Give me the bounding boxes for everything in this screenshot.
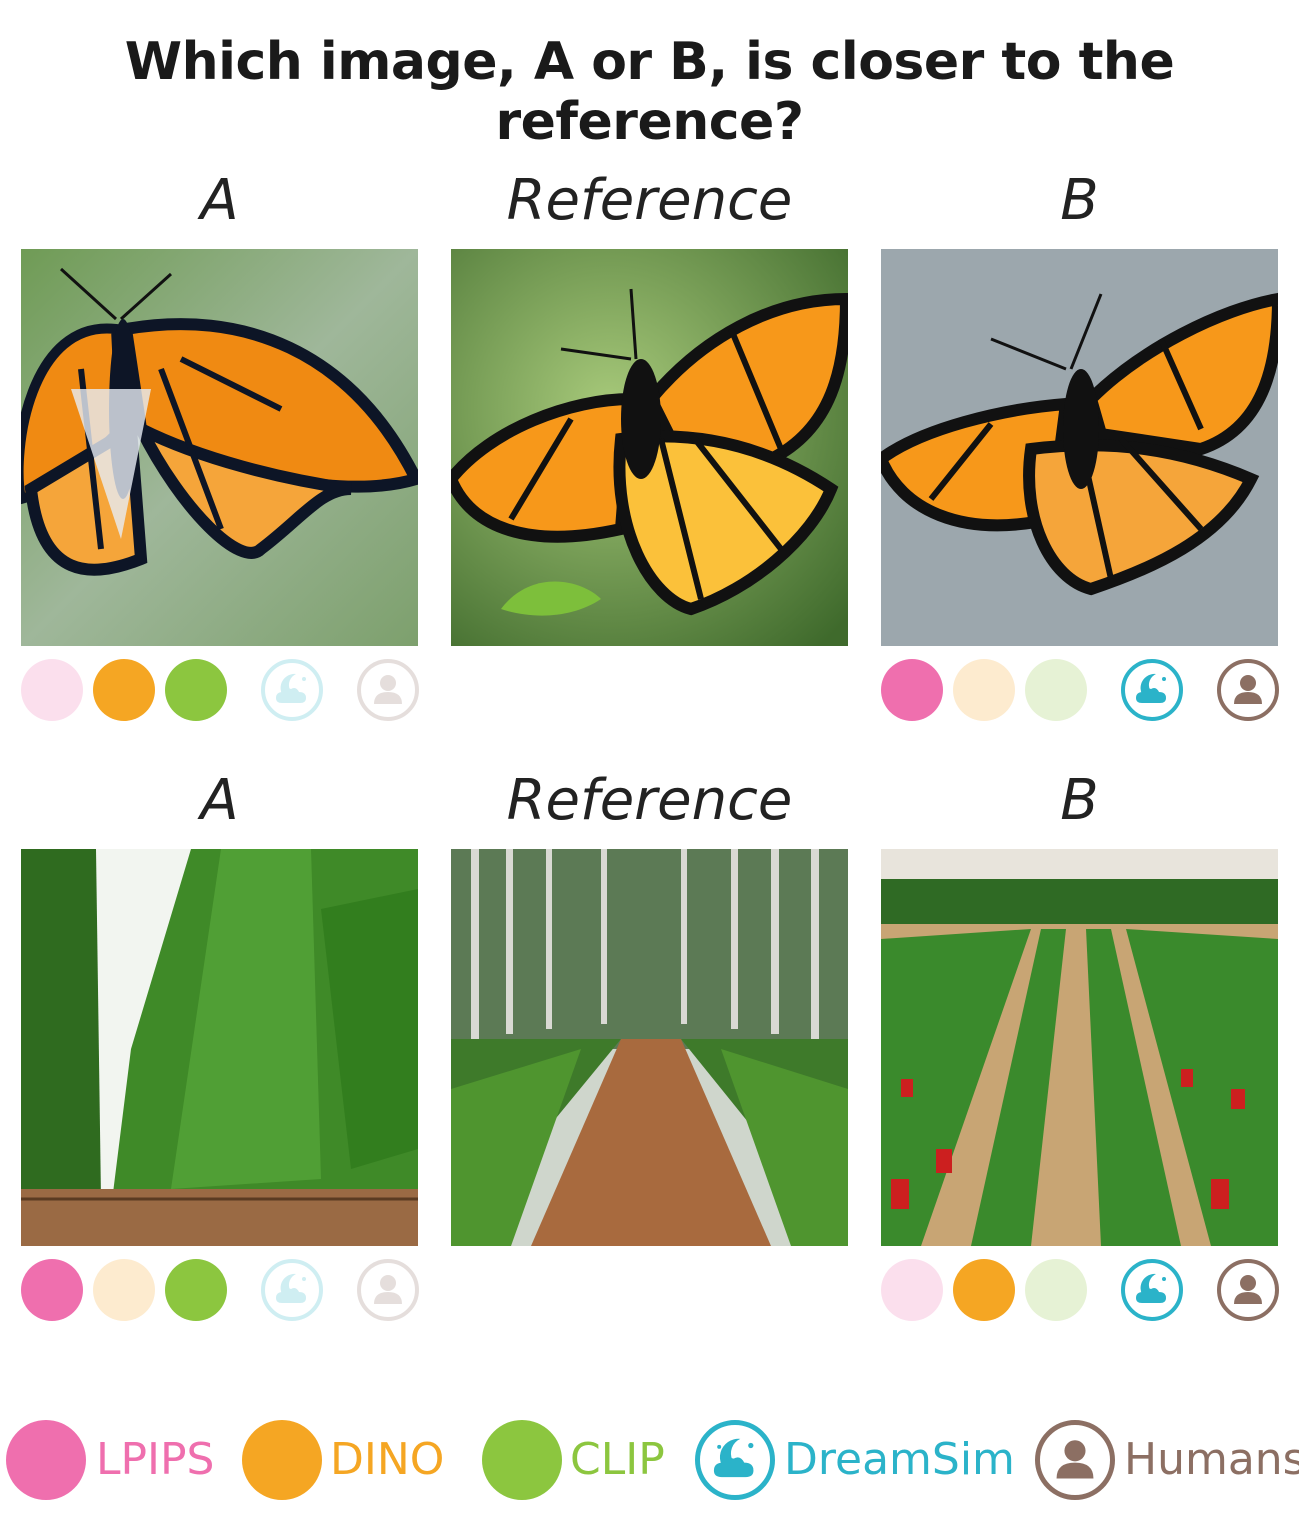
vote-b-clip-dot (1025, 1259, 1087, 1321)
image-b-butterfly (881, 249, 1278, 646)
label-b-row2: B (1060, 768, 1099, 833)
label-b-row1: B (1060, 168, 1099, 233)
vote-a-clip-dot (165, 659, 227, 721)
vote-a-dreamsim-icon (261, 1259, 323, 1321)
label-a-row1: A (200, 168, 239, 233)
vote-b-dreamsim-icon (1121, 659, 1183, 721)
dreamsim-moon-cloud-icon (695, 1420, 775, 1500)
image-a-trees (21, 849, 418, 1246)
vote-b-dino-dot (953, 1259, 1015, 1321)
vote-a-humans-icon (357, 659, 419, 721)
vote-a-lpips-dot (21, 1259, 83, 1321)
vote-b-dino-dot (953, 659, 1015, 721)
legend-lpips-label: LPIPS (96, 1434, 215, 1485)
legend-clip-label: CLIP (570, 1434, 665, 1485)
vote-a-dreamsim-icon (261, 659, 323, 721)
label-reference-row2: Reference (506, 768, 793, 833)
image-reference-butterfly (451, 249, 848, 646)
person-icon (1035, 1420, 1115, 1500)
label-a-row2: A (200, 768, 239, 833)
page-title: Which image, A or B, is closer to the re… (124, 32, 1175, 152)
legend-humans-label: Humans (1124, 1434, 1299, 1485)
vote-b-lpips-dot (881, 1259, 943, 1321)
legend-dino-dot (242, 1420, 322, 1500)
legend-clip-dot (482, 1420, 562, 1500)
vote-a-dino-dot (93, 1259, 155, 1321)
vote-b-humans-icon (1217, 659, 1279, 721)
vote-b-clip-dot (1025, 659, 1087, 721)
label-reference-row1: Reference (506, 168, 793, 233)
image-a-butterfly (21, 249, 418, 646)
legend-dreamsim-label: DreamSim (784, 1434, 1015, 1485)
image-reference-trees (451, 849, 848, 1246)
vote-a-dino-dot (93, 659, 155, 721)
legend-dino-label: DINO (330, 1434, 445, 1485)
legend-lpips-dot (6, 1420, 86, 1500)
vote-a-lpips-dot (21, 659, 83, 721)
vote-b-lpips-dot (881, 659, 943, 721)
vote-b-dreamsim-icon (1121, 1259, 1183, 1321)
vote-b-humans-icon (1217, 1259, 1279, 1321)
vote-a-humans-icon (357, 1259, 419, 1321)
image-b-trees (881, 849, 1278, 1246)
vote-a-clip-dot (165, 1259, 227, 1321)
